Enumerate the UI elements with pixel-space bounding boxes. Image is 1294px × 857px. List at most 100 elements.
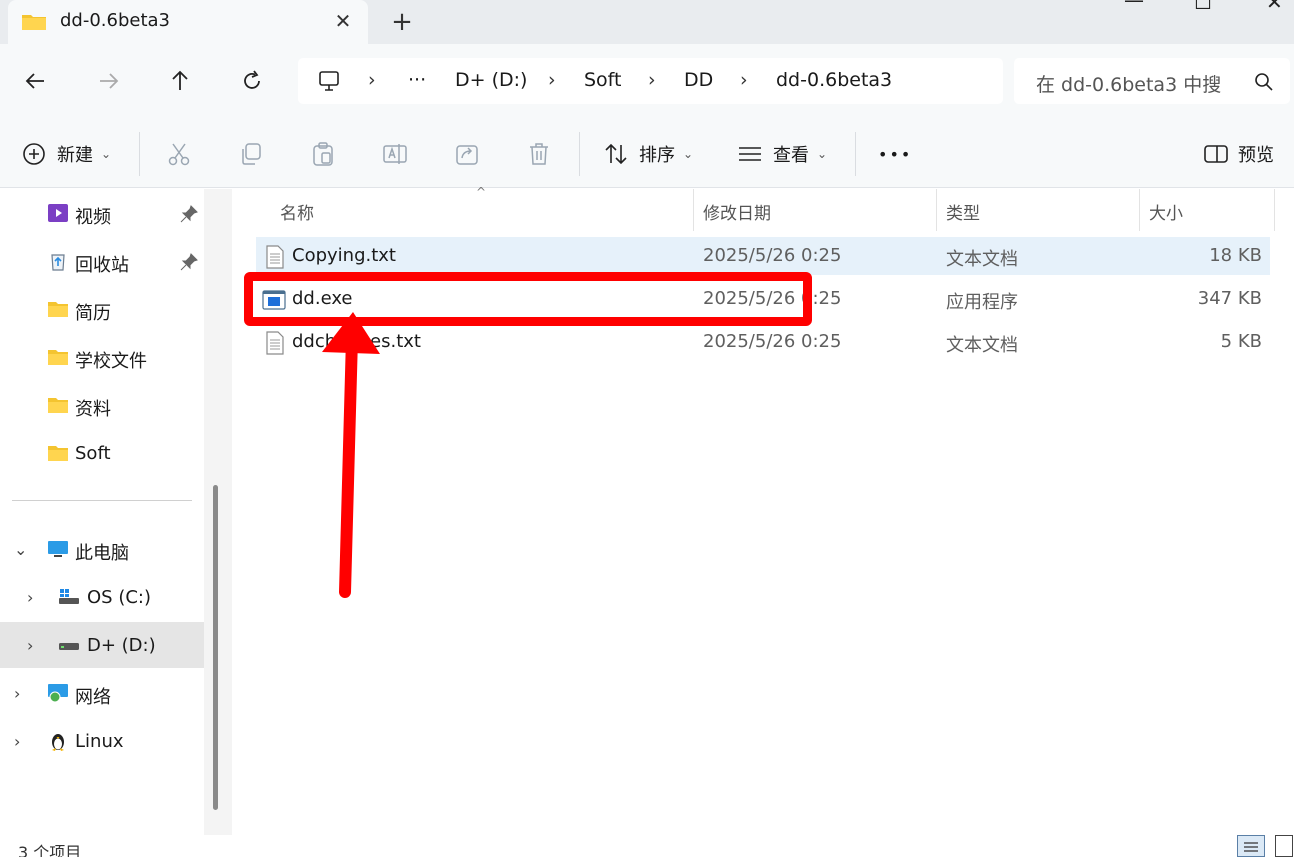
file-name: ddchanges.txt (292, 331, 421, 352)
delete-button[interactable] (526, 140, 552, 168)
column-header-size[interactable]: 大小 (1140, 189, 1274, 231)
sidebar-item-materials[interactable]: 资料 (0, 382, 204, 428)
breadcrumb-dd[interactable]: DD (684, 69, 713, 91)
sort-label: 排序 (639, 145, 675, 166)
back-button[interactable] (19, 64, 53, 98)
chevron-right-icon[interactable]: › (14, 684, 20, 703)
sidebar-item-network[interactable]: › 网络 (0, 670, 204, 716)
sidebar-scrollbar[interactable] (213, 485, 218, 810)
pin-icon[interactable] (180, 205, 198, 223)
chevron-right-icon[interactable]: › (27, 636, 33, 655)
new-button[interactable]: 新建 ⌄ (21, 140, 111, 168)
chevron-right-icon[interactable]: › (14, 732, 20, 751)
chevron-right-icon[interactable]: › (27, 588, 33, 607)
more-icon: ••• (878, 144, 913, 164)
recycle-bin-icon (51, 254, 65, 271)
copy-button[interactable] (238, 140, 264, 168)
tab-close-icon[interactable]: ✕ (330, 8, 356, 34)
folder-icon (22, 15, 46, 30)
share-button[interactable] (454, 140, 480, 168)
preview-pane-icon (1204, 145, 1228, 163)
breadcrumb-soft[interactable]: Soft (584, 69, 622, 91)
video-folder-icon (48, 204, 68, 222)
sidebar-item-label: 资料 (75, 399, 111, 420)
search-input[interactable]: 在 dd-0.6beta3 中搜 (1014, 58, 1290, 104)
up-button[interactable] (163, 64, 197, 98)
column-header-modified[interactable]: 修改日期 (694, 189, 936, 231)
search-icon (1255, 73, 1273, 91)
arrow-up-icon (172, 70, 188, 90)
chevron-down-icon: ⌄ (101, 147, 112, 161)
sidebar-item-linux[interactable]: › Linux (0, 718, 204, 764)
chevron-down-icon: ⌄ (817, 147, 828, 161)
sidebar-item-soft[interactable]: Soft (0, 430, 204, 476)
more-options-button[interactable]: ••• (878, 140, 912, 168)
navigation-pane: 视频 回收站 简历 学校文件 资料 Soft ⌄ 此电脑 › OS (C:) ›… (0, 189, 204, 835)
paste-button[interactable] (310, 140, 336, 168)
breadcrumb-separator-icon: › (740, 69, 748, 91)
sidebar-item-recycle-bin[interactable]: 回收站 (0, 238, 204, 284)
file-modified: 2025/5/26 0:25 (703, 245, 842, 266)
maximize-icon[interactable]: ☐ (1194, 0, 1212, 14)
minimize-icon[interactable]: — (1124, 0, 1144, 12)
chevron-down-icon[interactable]: ⌄ (14, 540, 27, 559)
pin-icon[interactable] (180, 253, 198, 271)
sidebar-item-resume[interactable]: 简历 (0, 286, 204, 332)
highlight-box (244, 272, 812, 326)
sidebar-item-label: 回收站 (75, 255, 129, 276)
tab-dd-0.6beta3[interactable]: dd-0.6beta3 ✕ (8, 0, 368, 44)
sort-button[interactable]: 排序 ⌄ (603, 140, 693, 168)
sidebar-item-this-pc[interactable]: ⌄ 此电脑 (0, 526, 204, 572)
file-row-ddchanges[interactable]: ddchanges.txt 2025/5/26 0:25 文本文档 5 KB (256, 323, 1270, 361)
file-type: 文本文档 (946, 249, 1018, 270)
trash-icon (530, 143, 548, 165)
breadcrumb-ellipsis[interactable]: ··· (408, 69, 426, 91)
cut-button[interactable] (166, 140, 192, 168)
new-tab-icon[interactable]: + (388, 8, 416, 36)
pane-gutter (204, 189, 232, 835)
breadcrumb-separator-icon: › (648, 69, 656, 91)
breadcrumb-separator-icon: › (548, 69, 556, 91)
scissors-icon (168, 143, 190, 166)
refresh-button[interactable] (235, 64, 269, 98)
preview-label: 预览 (1238, 145, 1274, 166)
list-view-icon (739, 147, 761, 161)
breadcrumb-current[interactable]: dd-0.6beta3 (776, 69, 892, 91)
preview-button[interactable]: 预览 (1203, 140, 1274, 168)
plus-circle-icon (23, 143, 45, 165)
column-header-name[interactable]: 名称 (256, 189, 693, 231)
tab-title: dd-0.6beta3 (60, 10, 171, 31)
forward-button[interactable] (91, 64, 125, 98)
address-bar[interactable]: › ··· D+ (D:) › Soft › DD › dd-0.6beta3 (298, 58, 1003, 104)
sidebar-item-school-files[interactable]: 学校文件 (0, 334, 204, 380)
toolbar-divider (579, 132, 580, 176)
view-button[interactable]: 查看 ⌄ (737, 140, 827, 168)
command-bar: 新建 ⌄ 排序 ⌄ 查看 ⌄ ••• 预览 (0, 118, 1294, 188)
sidebar-item-label: Soft (75, 443, 111, 464)
rename-button[interactable] (382, 140, 408, 168)
this-pc-icon (48, 541, 68, 557)
window-close-icon[interactable]: ✕ (1266, 0, 1283, 14)
sidebar-item-videos[interactable]: 视频 (0, 190, 204, 236)
column-header-label: 类型 (946, 204, 980, 224)
breadcrumb-drive-d[interactable]: D+ (D:) (455, 69, 527, 91)
sidebar-item-drive-c[interactable]: › OS (C:) (0, 574, 204, 620)
sidebar-item-drive-d[interactable]: › D+ (D:) (0, 622, 204, 668)
this-pc-icon (319, 71, 339, 91)
column-header-label: 修改日期 (703, 204, 771, 224)
folder-icon (48, 302, 68, 317)
file-size: 347 KB (1197, 288, 1262, 309)
status-bar: 3 个项目 (0, 835, 1294, 857)
tiles-view-button[interactable] (1275, 835, 1293, 857)
file-row-copying[interactable]: Copying.txt 2025/5/26 0:25 文本文档 18 KB (256, 237, 1270, 275)
search-placeholder: 在 dd-0.6beta3 中搜 (1036, 74, 1222, 96)
sort-icon (605, 143, 627, 165)
chevron-down-icon: ⌄ (683, 147, 694, 161)
toolbar-divider (855, 132, 856, 176)
column-header-label: 名称 (280, 204, 314, 224)
column-separator[interactable] (1274, 189, 1275, 231)
column-header-type[interactable]: 类型 (937, 189, 1139, 231)
details-view-button[interactable] (1237, 835, 1265, 857)
details-view-icon (1244, 842, 1258, 852)
file-name: Copying.txt (292, 245, 396, 266)
